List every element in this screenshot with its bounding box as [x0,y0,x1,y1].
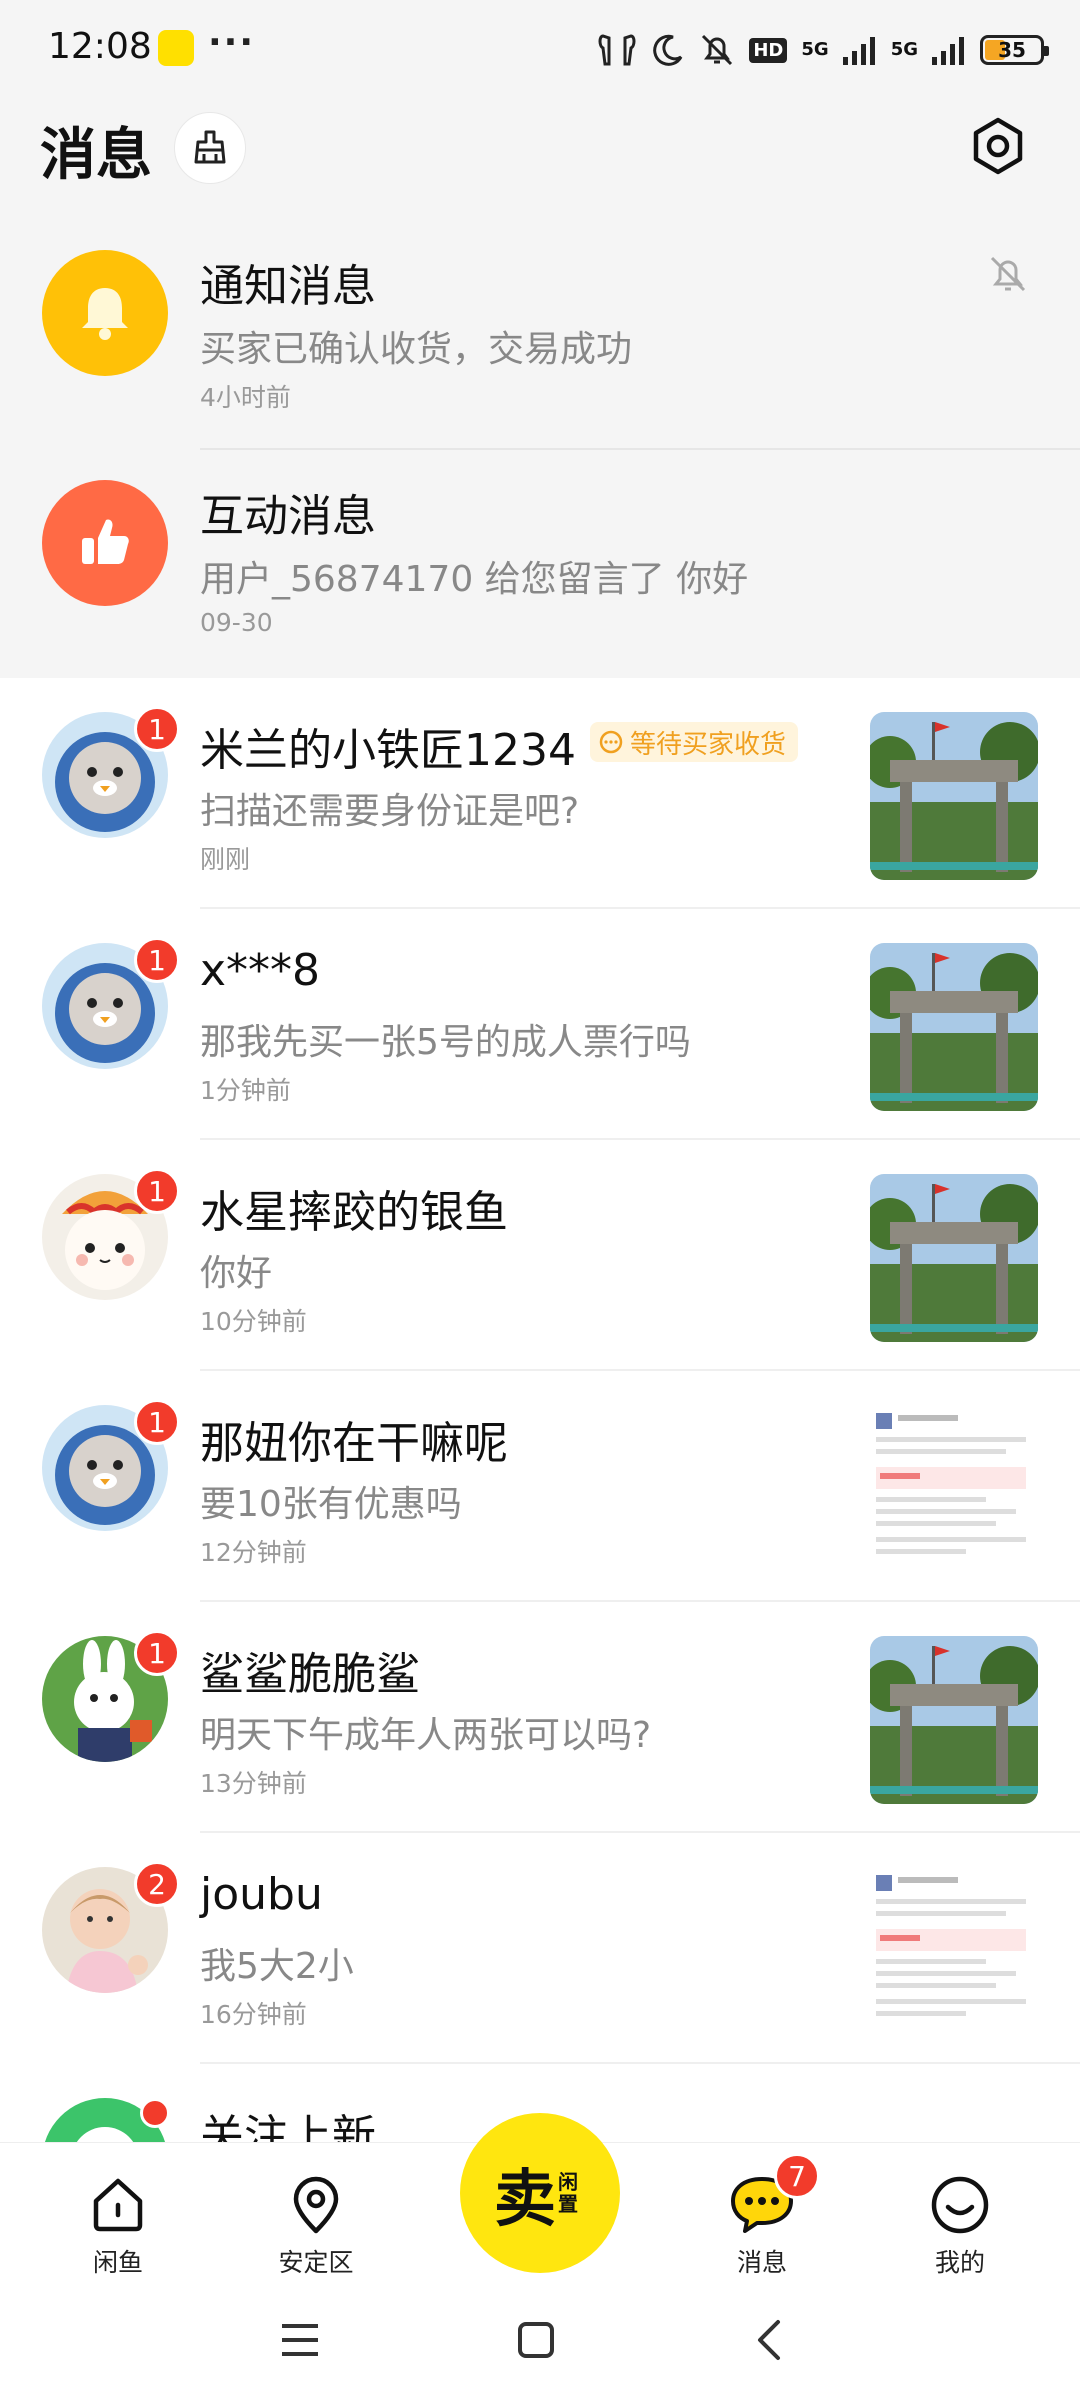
thumbs-up-icon [82,519,129,564]
chat-name: 米兰的小铁匠1234 [200,725,576,776]
chat-time: 10分钟前 [200,1307,307,1336]
interaction-messages-row[interactable]: 互动消息 用户_56874170 给您留言了 你好 09-30 [0,450,1080,680]
notification-subtitle: 买家已确认收货，交易成功 [200,329,633,370]
mute-bell-icon [702,34,733,66]
notification-avatar [42,250,168,376]
back-button[interactable] [740,2310,800,2370]
menu-lines-icon [282,2324,318,2356]
signal-icon-2 [932,37,964,65]
chat-row[interactable]: 1 鲨鲨脆脆鲨 明天下午成年人两张可以吗? 13分钟前 [0,1602,1080,1833]
unread-badge: 1 [134,1168,180,1214]
unread-badge: 1 [134,1399,180,1445]
interaction-avatar [42,480,168,606]
recent-apps-button[interactable] [270,2310,330,2370]
sell-button-sublabel: 闲置 [558,2170,578,2216]
square-icon [518,2322,554,2358]
chat-row[interactable]: 1 水星摔跤的银鱼 你好 10分钟前 [0,1140,1080,1371]
chat-message: 扫描还需要身份证是吧? [200,791,580,832]
interaction-title: 互动消息 [200,491,376,542]
system-messages-section: 通知消息 买家已确认收货，交易成功 4小时前 互动消息 用户_56874170 … [0,220,1080,678]
unread-badge: 2 [134,1861,180,1907]
unread-dot [140,2098,170,2128]
chat-message: 那我先买一张5号的成人票行吗 [200,1022,691,1063]
nav-area[interactable]: 安定区 [246,2173,386,2279]
notification-time: 4小时前 [200,383,291,412]
nav-messages[interactable]: 消息 7 [692,2153,832,2279]
chat-time: 12分钟前 [200,1538,307,1567]
chat-time: 13分钟前 [200,1769,307,1798]
nav-home[interactable]: 闲鱼 [48,2173,188,2279]
nav-me-label: 我的 [934,2248,985,2277]
messages-badge: 7 [774,2153,820,2199]
chat-message: 要10张有优惠吗 [200,1484,462,1525]
home-system-button[interactable] [506,2310,566,2370]
network-type-2: 5G [890,39,918,60]
interaction-subtitle: 用户_56874170 给您留言了 你好 [200,559,749,600]
gate-photo[interactable] [870,712,1038,880]
page-title: 消息 [40,123,152,188]
unread-badge: 1 [134,937,180,983]
chat-time: 16分钟前 [200,2000,307,2029]
page-header: 消息 [0,100,1080,220]
clear-unread-button[interactable] [174,112,246,184]
nav-home-label: 闲鱼 [92,2248,143,2277]
chat-message: 你好 [200,1253,273,1294]
chat-list: 1 米兰的小铁匠1234 等待买家收货 扫描还需要身份证是吧? 刚刚 1 x**… [0,678,1080,2295]
bell-icon [82,288,128,340]
order-status-tag: 等待买家收货 [590,722,799,762]
hd-indicator: HD [749,37,788,63]
unread-badge: 1 [134,706,180,752]
interaction-time: 09-30 [200,608,273,637]
chat-time: 刚刚 [200,845,251,874]
chat-row[interactable]: 1 那妞你在干嘛呢 要10张有优惠吗 12分钟前 [0,1371,1080,1602]
unread-badge: 1 [134,1630,180,1676]
chat-name: 那妞你在干嘛呢 [200,1418,508,1469]
location-pin-icon [293,2176,339,2234]
order-status-text: 等待买家收货 [630,729,787,760]
smiley-icon [931,2176,989,2234]
nav-me[interactable]: 我的 [890,2173,1030,2279]
doc-screenshot[interactable] [870,1867,1038,2035]
chat-message: 我5大2小 [200,1946,354,1987]
moon-icon [653,34,683,66]
doc-screenshot[interactable] [870,1405,1038,1573]
status-time: 12:08 [48,26,152,67]
muted-bell-icon [990,256,1026,292]
gate-photo[interactable] [870,1174,1038,1342]
sell-button-label: 卖 [493,2162,556,2235]
system-navigation-bar [0,2278,1080,2400]
network-type-1: 5G [801,39,829,60]
chat-time: 1分钟前 [200,1076,291,1105]
chat-row[interactable]: 2 joubu 我5大2小 16分钟前 [0,1833,1080,2064]
status-indicators: HD 5G 5G 35 [597,28,1049,72]
notification-title: 通知消息 [200,261,376,312]
settings-hexagon-icon [973,117,1023,175]
bottom-nav: 闲鱼 安定区 卖 闲置 消息 7 我的 [0,2113,1080,2279]
earbuds-icon [598,34,636,66]
more-notifications-icon: ··· [208,22,256,63]
home-icon [93,2178,143,2232]
chat-message: 明天下午成年人两张可以吗? [200,1715,652,1756]
broom-icon [194,130,226,164]
chat-name: 水星摔跤的银鱼 [200,1187,508,1238]
sell-button[interactable]: 卖 闲置 [460,2113,620,2273]
gate-photo[interactable] [870,943,1038,1111]
signal-icon-1 [842,37,875,65]
clock-icon [599,730,623,754]
chat-name: joubu [200,1869,323,1920]
nav-area-label: 安定区 [278,2248,354,2277]
chat-row[interactable]: 1 x***8 那我先买一张5号的成人票行吗 1分钟前 [0,909,1080,1140]
status-bar: 12:08 ··· HD 5G 5G 35 [0,0,1080,100]
app-notification-icon [158,30,194,66]
settings-button[interactable] [960,108,1036,184]
gate-photo[interactable] [870,1636,1038,1804]
nav-messages-label: 消息 [736,2248,787,2277]
chat-name: 鲨鲨脆脆鲨 [200,1649,420,1700]
battery-level: 35 [998,38,1026,62]
chat-name: x***8 [200,945,321,996]
back-chevron-icon [758,2320,780,2360]
battery-icon: 35 [980,35,1049,65]
notification-messages-row[interactable]: 通知消息 买家已确认收货，交易成功 4小时前 [0,220,1080,450]
chat-row[interactable]: 1 米兰的小铁匠1234 等待买家收货 扫描还需要身份证是吧? 刚刚 [0,678,1080,909]
